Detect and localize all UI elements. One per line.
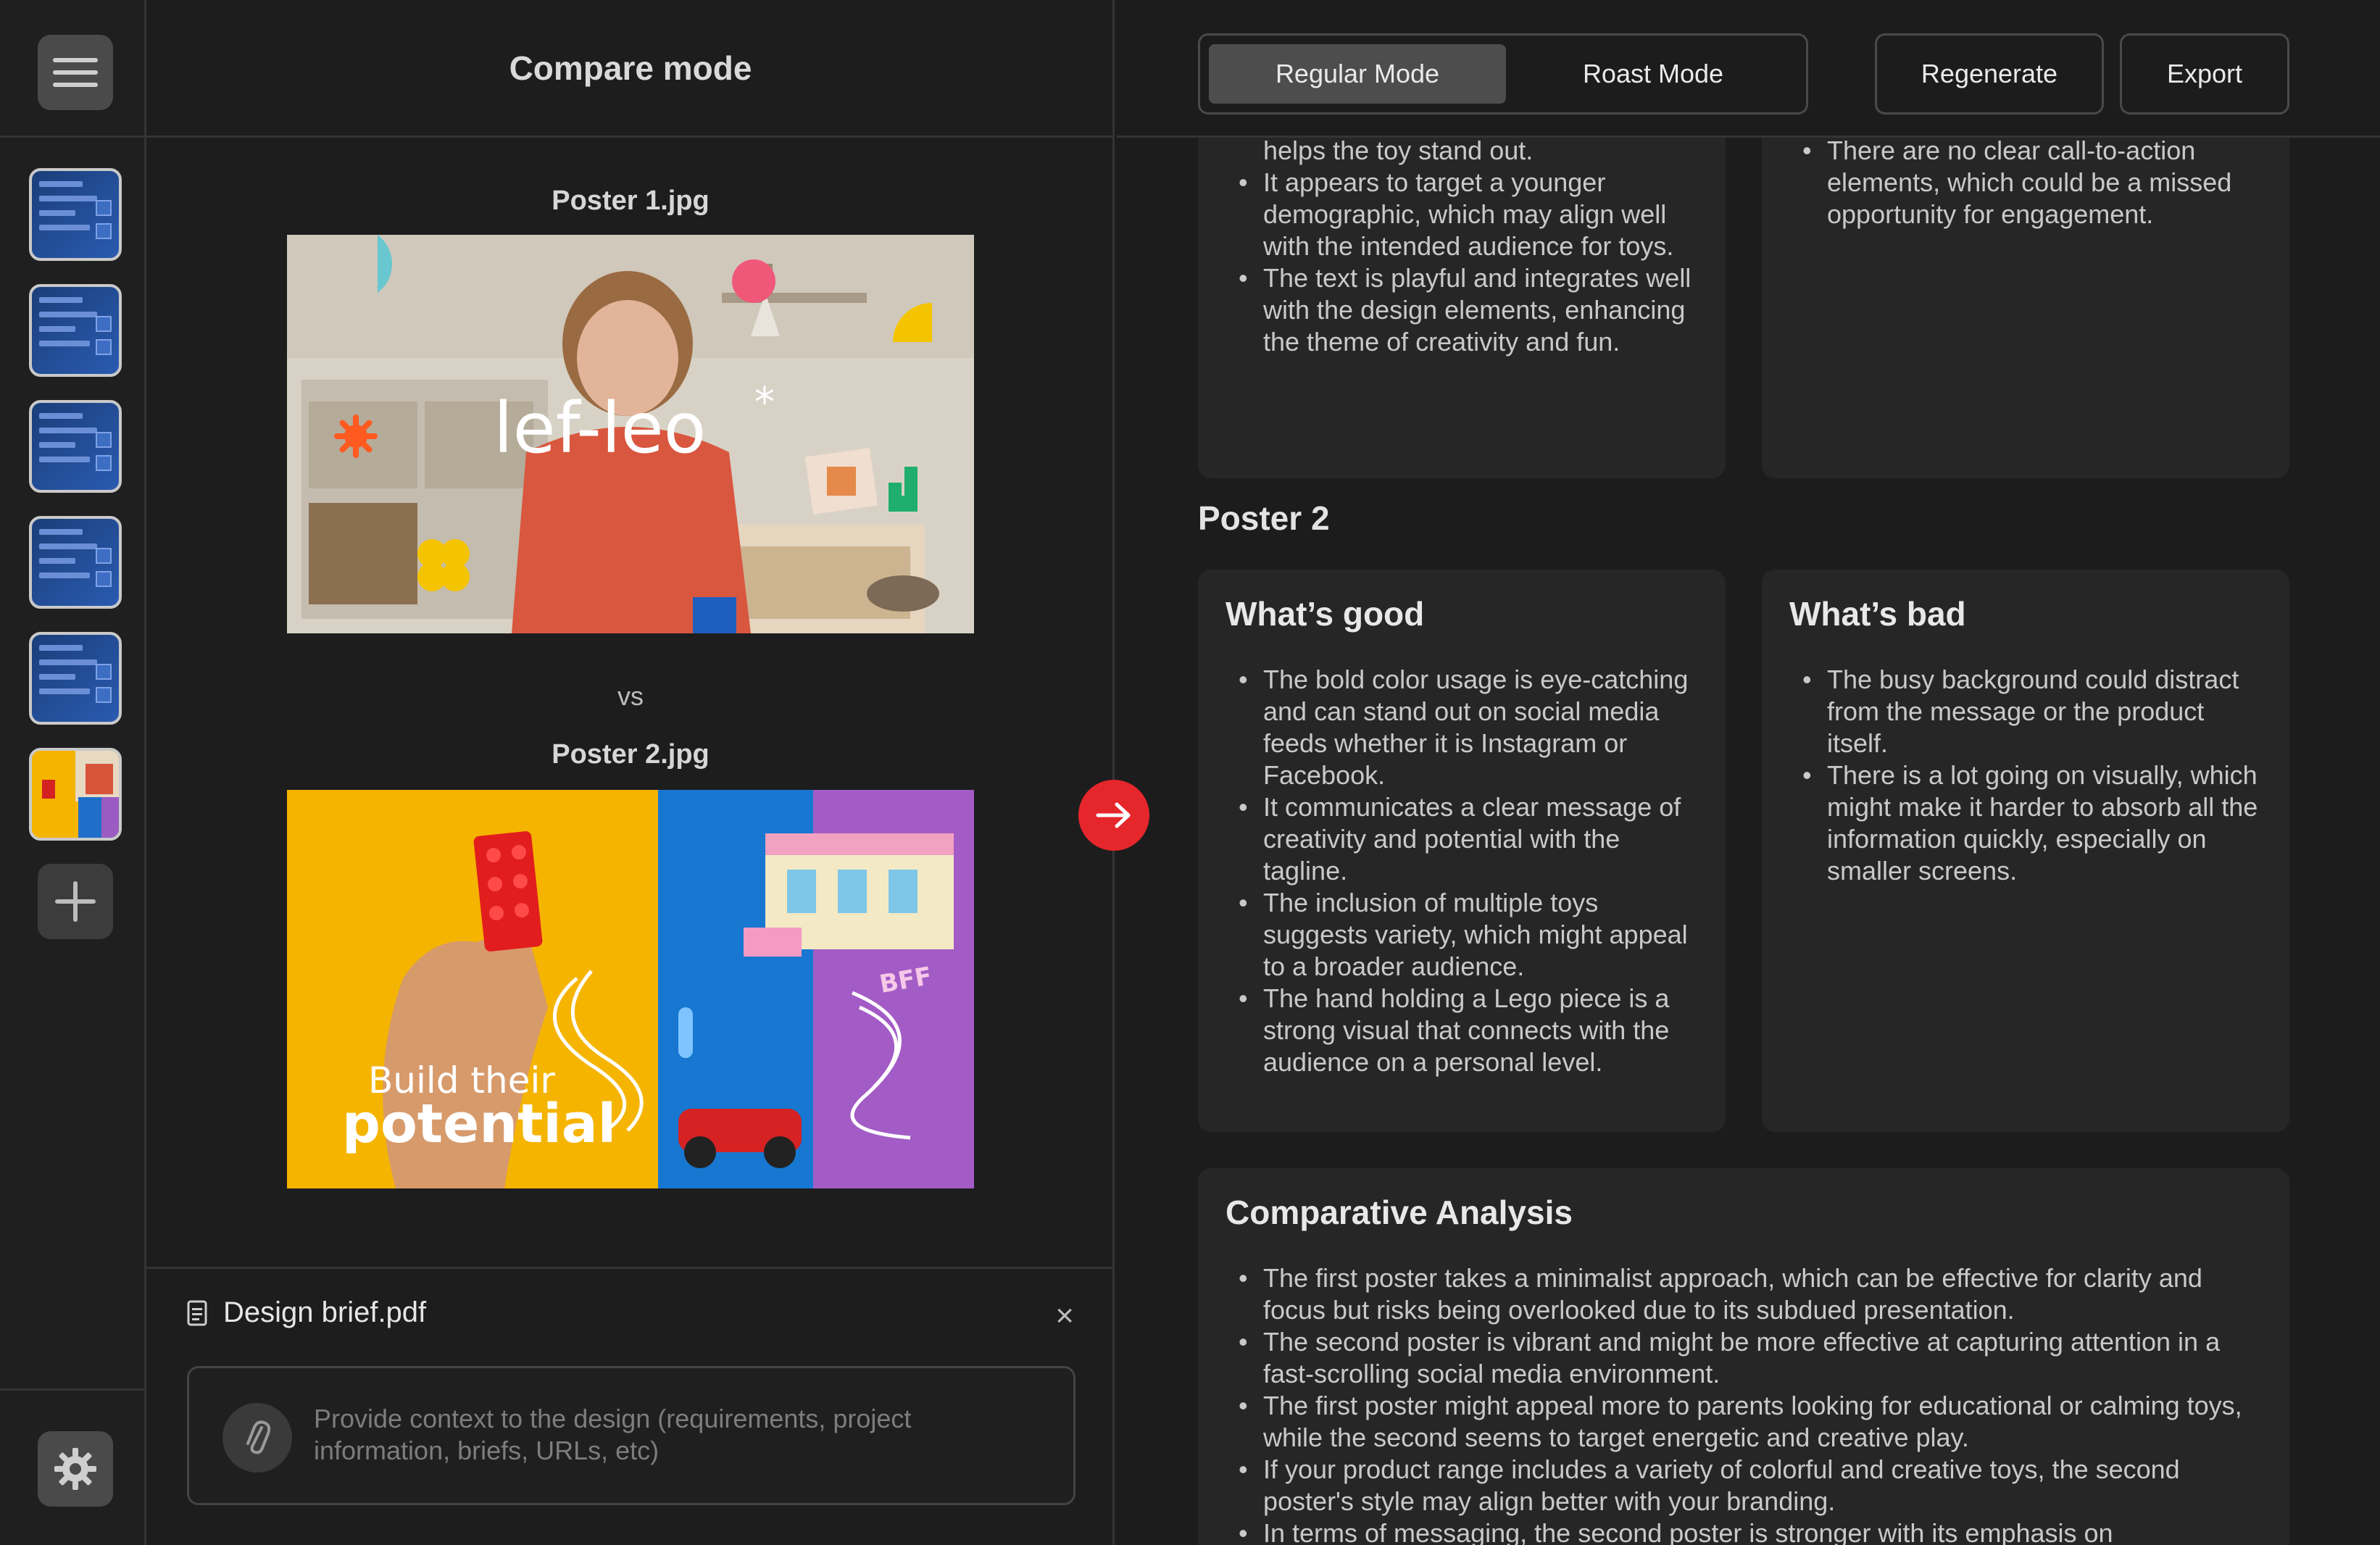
list-item: helps the toy stand out. [1263, 136, 1534, 165]
history-thumbnail[interactable] [29, 400, 122, 493]
poster1-good-card: helps the toy stand out. It appears to t… [1198, 87, 1726, 478]
history-thumbnail[interactable] [29, 168, 122, 261]
compare-panel: Compare mode Poster 1.jpg lef-leo * vs P… [146, 0, 1115, 1545]
results-header: Regular Mode Roast Mode Regenerate Expor… [1117, 0, 2380, 138]
vs-label: vs [617, 681, 644, 711]
list-item: If your product range includes a variety… [1226, 1454, 2269, 1517]
list-item: There is a lot going on visually, which … [1789, 759, 2272, 887]
list-item: The bold color usage is eye-catching and… [1226, 664, 1708, 791]
poster2-label: Poster 2.jpg [552, 739, 710, 770]
gear-icon [54, 1448, 96, 1490]
page-title: Compare mode [509, 49, 752, 87]
list-item: In terms of messaging, the second poster… [1226, 1517, 2269, 1545]
poster1-logo-text: lef-leo [494, 388, 706, 469]
rail-footer [0, 1388, 146, 1545]
hamburger-icon [53, 58, 98, 87]
poster1-bad-card: There are no clear call-to-action elemen… [1762, 87, 2289, 478]
mode-toggle: Regular Mode Roast Mode [1198, 33, 1808, 114]
left-rail [0, 0, 146, 1545]
attach-button[interactable] [222, 1403, 292, 1473]
document-icon [187, 1300, 207, 1325]
compare-header: Compare mode [146, 0, 1115, 138]
arrow-right-icon [1096, 802, 1131, 828]
list-item: The text is playful and integrates well … [1226, 262, 1708, 358]
list-item: There are no clear call-to-action elemen… [1789, 135, 2272, 230]
paperclip-icon [246, 1420, 271, 1454]
context-input[interactable]: Provide context to the design (requireme… [187, 1366, 1075, 1505]
add-button[interactable] [38, 864, 113, 939]
poster1-image[interactable]: lef-leo * [287, 235, 974, 633]
comparative-title: Comparative Analysis [1226, 1194, 1573, 1231]
roast-mode-tab[interactable]: Roast Mode [1505, 44, 1802, 104]
close-icon[interactable]: × [1055, 1298, 1074, 1334]
list-item: The busy background could distract from … [1789, 664, 2272, 759]
regenerate-button[interactable]: Regenerate [1875, 33, 2104, 114]
comparative-list: The first poster takes a minimalist appr… [1226, 1262, 2269, 1545]
good-card-title: What’s good [1226, 595, 1425, 633]
attached-file-name: Design brief.pdf [223, 1296, 427, 1328]
svg-text:*: * [754, 379, 775, 426]
history-thumbnail[interactable] [29, 284, 122, 377]
list-item: It communicates a clear message of creat… [1226, 791, 1708, 887]
poster1-label: Poster 1.jpg [552, 186, 710, 216]
list-item: The first poster takes a minimalist appr… [1226, 1262, 2269, 1326]
regular-mode-tab[interactable]: Regular Mode [1209, 44, 1506, 104]
bad-card-title: What’s bad [1789, 595, 1966, 633]
list-item: The hand holding a Lego piece is a stron… [1226, 983, 1708, 1078]
list-item: The first poster might appeal more to pa… [1226, 1390, 2269, 1454]
comparative-card: Comparative Analysis The first poster ta… [1198, 1168, 2289, 1545]
poster2-bad-list: The busy background could distract from … [1789, 664, 2272, 887]
list-item: It appears to target a younger demograph… [1226, 167, 1708, 262]
history-thumbnail[interactable] [29, 632, 122, 725]
poster2-good-card: What’s good The bold color usage is eye-… [1198, 570, 1726, 1132]
poster1-good-list: helps the toy stand out. It appears to t… [1226, 135, 1708, 358]
results-panel: Regular Mode Roast Mode Regenerate Expor… [1117, 0, 2380, 1545]
plus-icon [55, 881, 96, 922]
design-brief-bar: Design brief.pdf × Provide context to th… [146, 1267, 1115, 1545]
list-item: The inclusion of multiple toys suggests … [1226, 887, 1708, 983]
poster2-image[interactable]: BFF Build their potential [287, 790, 974, 1188]
export-button[interactable]: Export [2120, 33, 2289, 114]
context-placeholder: Provide context to the design (requireme… [314, 1404, 912, 1465]
poster2-bad-card: What’s bad The busy background could dis… [1762, 570, 2289, 1132]
attached-file[interactable]: Design brief.pdf [187, 1296, 426, 1329]
compare-arrow-button[interactable] [1078, 780, 1149, 851]
list-item: The second poster is vibrant and might b… [1226, 1326, 2269, 1390]
poster1-bad-list: There are no clear call-to-action elemen… [1789, 135, 2272, 230]
rail-header [0, 0, 146, 138]
history-thumbnail[interactable] [29, 516, 122, 609]
poster2-tagline-bottom: potential [342, 1093, 616, 1155]
settings-button[interactable] [38, 1431, 113, 1507]
poster2-section-title: Poster 2 [1198, 499, 1330, 537]
poster2-good-list: The bold color usage is eye-catching and… [1226, 664, 1708, 1078]
history-thumbnail-active[interactable] [29, 748, 122, 841]
menu-button[interactable] [38, 35, 113, 110]
